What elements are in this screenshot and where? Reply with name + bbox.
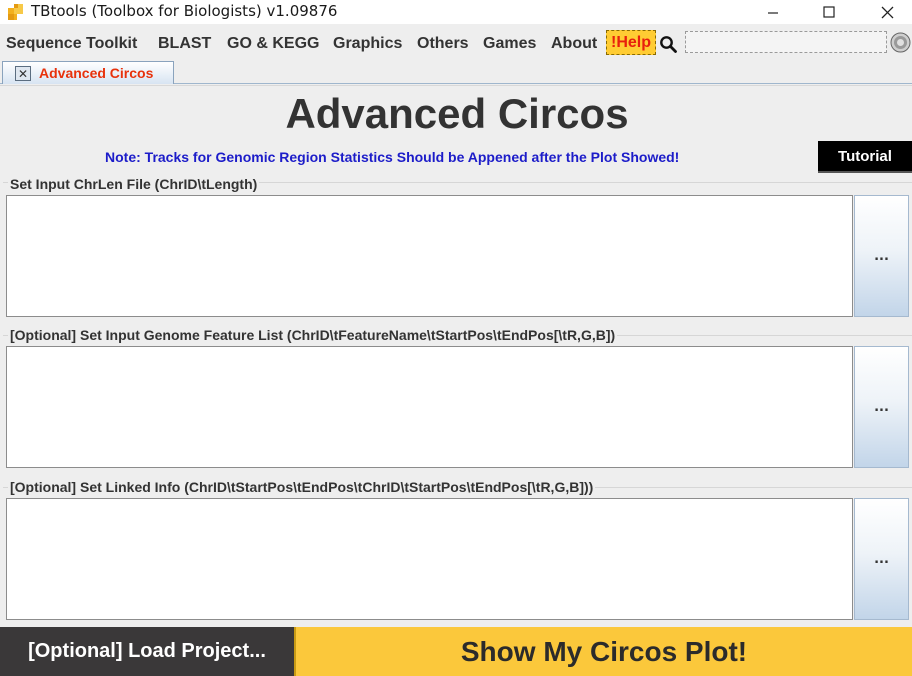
menu-graphics[interactable]: Graphics [333, 34, 402, 53]
menu-sequence-toolkit[interactable]: Sequence Toolkit [6, 34, 137, 53]
window-title: TBtools (Toolbox for Biologists) v1.0987… [31, 2, 338, 20]
link-textarea[interactable] [6, 498, 853, 620]
maximize-icon [823, 6, 835, 18]
tab-label: Advanced Circos [39, 65, 154, 81]
title-bar: TBtools (Toolbox for Biologists) v1.0987… [0, 0, 912, 24]
menu-about[interactable]: About [551, 34, 597, 53]
chrlen-section-label: Set Input ChrLen File (ChrID\tLength) [8, 176, 260, 192]
feature-browse-button[interactable]: ... [854, 346, 909, 468]
link-browse-button[interactable]: ... [854, 498, 909, 620]
tbtools-app-icon [8, 4, 23, 20]
menu-games[interactable]: Games [483, 34, 536, 53]
page-title: Advanced Circos [285, 90, 629, 137]
close-icon [881, 6, 893, 18]
tutorial-button[interactable]: Tutorial [818, 141, 912, 173]
chrlen-browse-button[interactable]: ... [854, 195, 909, 317]
chrlen-textarea[interactable] [6, 195, 853, 317]
note-text: Note: Tracks for Genomic Region Statisti… [105, 149, 680, 165]
tab-close-icon[interactable]: ✕ [15, 66, 31, 81]
tab-strip: ✕ Advanced Circos [0, 58, 912, 84]
loading-spinner-icon [890, 32, 911, 53]
maximize-button[interactable] [806, 0, 852, 24]
minimize-button[interactable] [750, 0, 796, 24]
menu-blast[interactable]: BLAST [158, 34, 211, 53]
menu-go-kegg[interactable]: GO & KEGG [227, 34, 319, 53]
show-plot-button[interactable]: Show My Circos Plot! [294, 627, 912, 676]
help-button[interactable]: !Help [606, 30, 656, 55]
load-project-button[interactable]: [Optional] Load Project... [0, 627, 294, 676]
tab-advanced-circos[interactable]: ✕ Advanced Circos [2, 61, 174, 84]
search-input[interactable] [685, 31, 887, 53]
feature-section-label: [Optional] Set Input Genome Feature List… [8, 327, 618, 343]
menu-others[interactable]: Others [417, 34, 469, 53]
search-icon[interactable] [659, 35, 677, 53]
minimize-icon [768, 12, 778, 14]
close-window-button[interactable] [864, 0, 910, 24]
link-section-label: [Optional] Set Linked Info (ChrID\tStart… [8, 479, 596, 495]
feature-textarea[interactable] [6, 346, 853, 468]
